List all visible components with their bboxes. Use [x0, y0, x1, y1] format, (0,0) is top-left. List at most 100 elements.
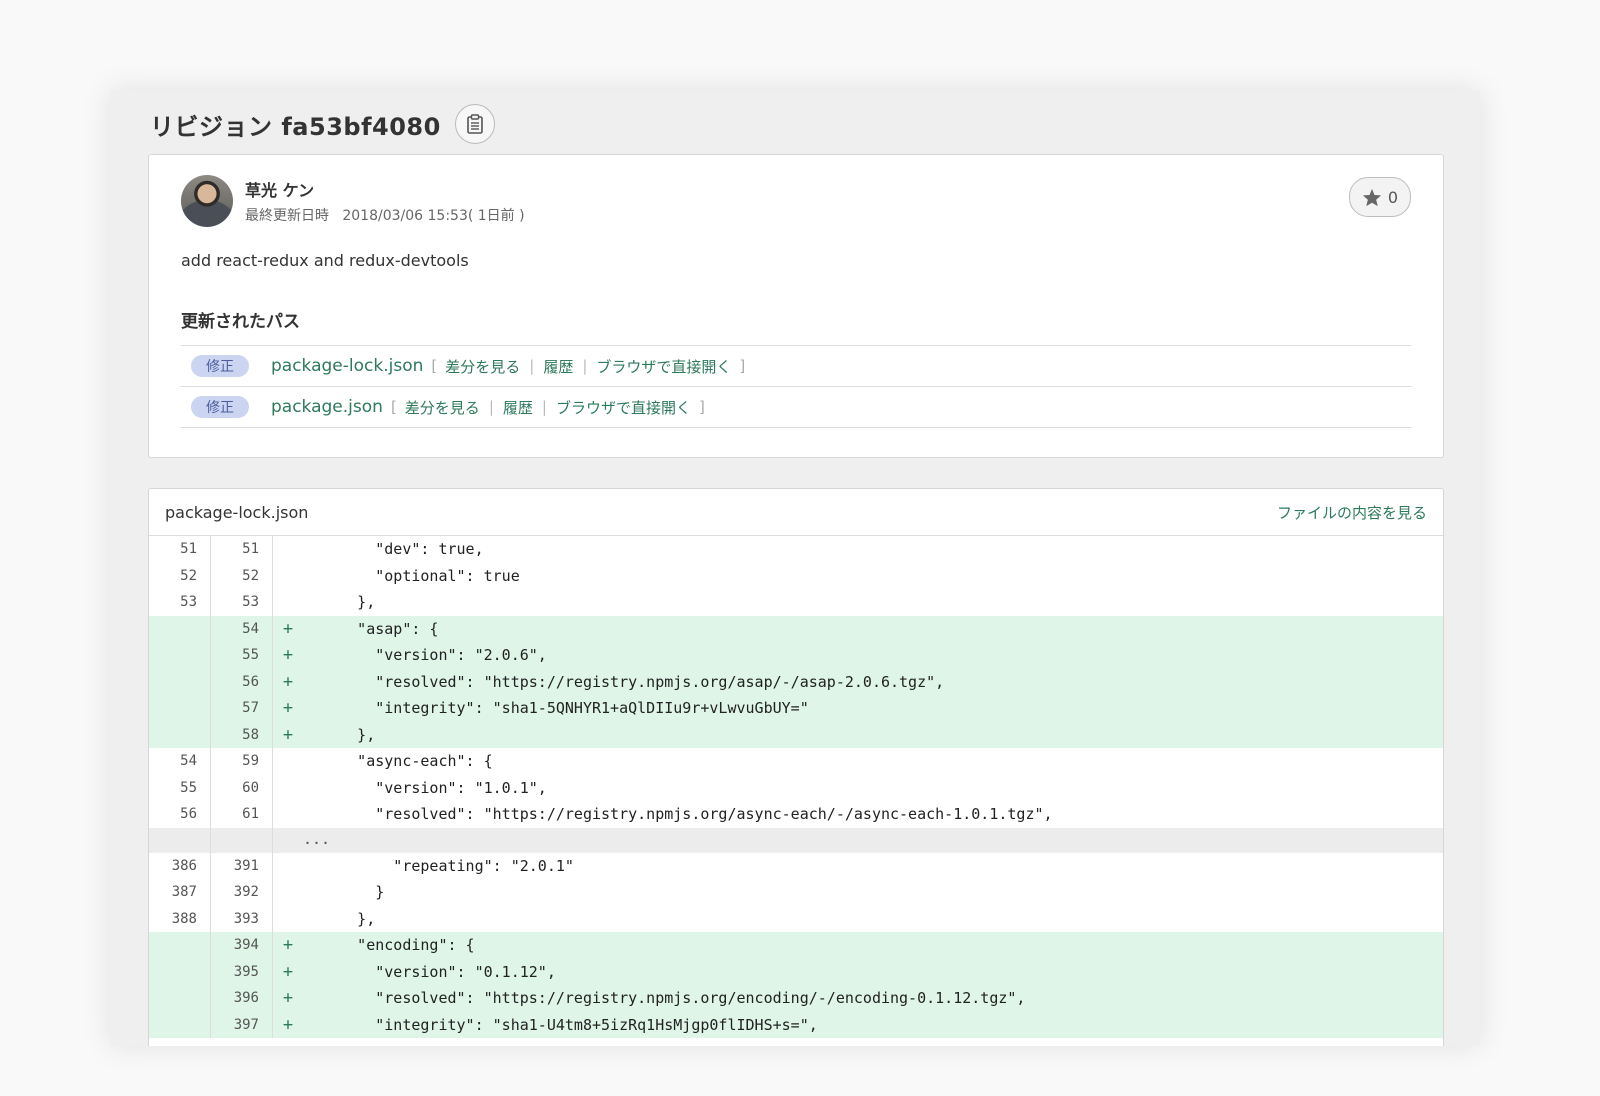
- star-button[interactable]: 0: [1349, 177, 1411, 217]
- changed-path-row: 修正 package.json [ 差分を見る | 履歴 | ブラウザで直接開く…: [181, 387, 1411, 428]
- diff-marker: [273, 906, 303, 933]
- added-marker: +: [282, 988, 294, 1008]
- old-line-number: 52: [149, 562, 211, 589]
- old-line-number: 388: [149, 905, 211, 932]
- diff-line: 386 391 "repeating": "2.0.1": [149, 852, 1443, 879]
- bracket-close: ]: [739, 357, 746, 375]
- expand-gap[interactable]: ...: [303, 828, 330, 853]
- bracket-open: [: [390, 398, 397, 416]
- new-line-number: 394: [211, 932, 273, 959]
- file-link[interactable]: package.json: [271, 397, 383, 417]
- revision-card: 草光 ケン 最終更新日時 2018/03/06 15:53( 1日前 ) 0 a…: [148, 154, 1444, 458]
- added-marker: +: [282, 645, 294, 665]
- old-line-number: 51: [149, 536, 211, 563]
- diff-line: 55 + "version": "2.0.6",: [149, 642, 1443, 669]
- clipboard-icon: [467, 114, 483, 134]
- commit-message: add react-redux and redux-devtools: [181, 251, 469, 270]
- diff-line: 56 + "resolved": "https://registry.npmjs.…: [149, 668, 1443, 695]
- new-line-number: 59: [211, 748, 273, 775]
- changed-paths-heading: 更新されたパス: [181, 312, 300, 332]
- diff-line: 56 61 "resolved": "https://registry.npmjs…: [149, 801, 1443, 828]
- separator: |: [488, 398, 494, 416]
- new-line-number: 392: [211, 879, 273, 906]
- diff-line: 395 + "version": "0.1.12",: [149, 958, 1443, 985]
- diff-marker: [273, 775, 303, 802]
- code-text: "asap": {: [303, 619, 439, 638]
- view-diff-link[interactable]: 差分を見る: [445, 356, 520, 377]
- separator: |: [529, 357, 535, 375]
- code-text: "integrity": "sha1-5QNHYR1+aQlDIIu9r+vLw…: [303, 699, 809, 717]
- view-file-content-link[interactable]: ファイルの内容を見る: [1277, 502, 1427, 523]
- star-icon: [1362, 188, 1381, 206]
- avatar[interactable]: [181, 175, 233, 227]
- diff-line: 55 60 "version": "1.0.1",: [149, 774, 1443, 802]
- diff-body: 51 51 "dev": true, 52 52 "optional": true 53…: [149, 536, 1443, 1038]
- code-text: "version": "2.0.6",: [303, 646, 547, 664]
- diff-line: 394 + "encoding": {: [149, 932, 1443, 959]
- new-line-number: 397: [211, 1011, 273, 1038]
- status-badge: 修正: [191, 355, 249, 377]
- code-text: "dev": true,: [303, 540, 484, 558]
- diff-header: package-lock.json ファイルの内容を見る: [149, 489, 1443, 536]
- code-text: "version": "0.1.12",: [303, 962, 556, 981]
- old-line-number: [149, 642, 211, 669]
- code-text: "resolved": "https://registry.npmjs.org/…: [303, 989, 1026, 1007]
- added-marker: +: [282, 671, 294, 692]
- updated-value: 2018/03/06 15:53( 1日前 ): [342, 208, 525, 224]
- bracket-open: [: [431, 357, 438, 375]
- old-line-number: 386: [149, 852, 211, 879]
- new-line-number: 51: [211, 536, 273, 563]
- new-line-number: 395: [211, 958, 273, 985]
- new-line-number: 58: [211, 721, 273, 748]
- old-line-number: [149, 695, 211, 722]
- old-line-number: [149, 615, 211, 642]
- changed-paths-list: 修正 package-lock.json [ 差分を見る | 履歴 | ブラウザ…: [181, 345, 1411, 428]
- diff-line: 54 59 "async-each": {: [149, 748, 1443, 775]
- code-text: }: [303, 883, 385, 901]
- history-link[interactable]: 履歴: [543, 356, 573, 377]
- old-line-number: [149, 827, 211, 853]
- diff-line: 51 51 "dev": true,: [149, 536, 1443, 563]
- diff-line: 58 + },: [149, 721, 1443, 748]
- new-line-number: 53: [211, 589, 273, 616]
- diff-line: 388 393 },: [149, 905, 1443, 933]
- code-text: "resolved": "https://registry.npmjs.org/…: [303, 805, 1053, 823]
- status-badge: 修正: [191, 396, 249, 418]
- history-link[interactable]: 履歴: [503, 397, 533, 418]
- added-marker: +: [282, 935, 294, 955]
- new-line-number: 396: [211, 985, 273, 1012]
- diff-view: package-lock.json ファイルの内容を見る 51 51 "dev":…: [148, 488, 1444, 1046]
- diff-marker: [273, 801, 303, 828]
- old-line-number: [149, 721, 211, 748]
- old-line-number: [149, 985, 211, 1012]
- added-marker: +: [282, 724, 294, 745]
- bracket-close: ]: [698, 398, 705, 416]
- new-line-number: 60: [211, 774, 273, 801]
- new-line-number: 391: [211, 852, 273, 879]
- diff-line: 53 53 },: [149, 589, 1443, 616]
- diff-filename: package-lock.json: [165, 502, 309, 522]
- diff-line: 54 + "asap": {: [149, 615, 1443, 642]
- new-line-number: 61: [211, 801, 273, 828]
- open-in-browser-link[interactable]: ブラウザで直接開く: [596, 356, 731, 377]
- diff-line: 396 + "resolved": "https://registry.npmjs…: [149, 985, 1443, 1012]
- view-diff-link[interactable]: 差分を見る: [405, 397, 480, 418]
- old-line-number: [149, 958, 211, 985]
- old-line-number: 387: [149, 879, 211, 906]
- author-name[interactable]: 草光 ケン: [245, 177, 314, 201]
- file-link[interactable]: package-lock.json: [271, 356, 423, 376]
- diff-marker: [273, 563, 303, 590]
- separator: |: [541, 398, 547, 416]
- old-line-number: 56: [149, 801, 211, 828]
- diff-line: 397 + "integrity": "sha1-U4tm8+5izRq1HsMj…: [149, 1011, 1443, 1038]
- copy-revision-button[interactable]: [454, 104, 495, 144]
- code-text: },: [303, 909, 376, 928]
- new-line-number: 57: [211, 695, 273, 722]
- open-in-browser-link[interactable]: ブラウザで直接開く: [556, 397, 691, 418]
- diff-line: 387 392 }: [149, 879, 1443, 906]
- added-marker: +: [282, 698, 294, 718]
- new-line-number: 52: [211, 562, 273, 589]
- old-line-number: 53: [149, 589, 211, 616]
- old-line-number: 54: [149, 748, 211, 775]
- code-text: "resolved": "https://registry.npmjs.org/…: [303, 672, 945, 691]
